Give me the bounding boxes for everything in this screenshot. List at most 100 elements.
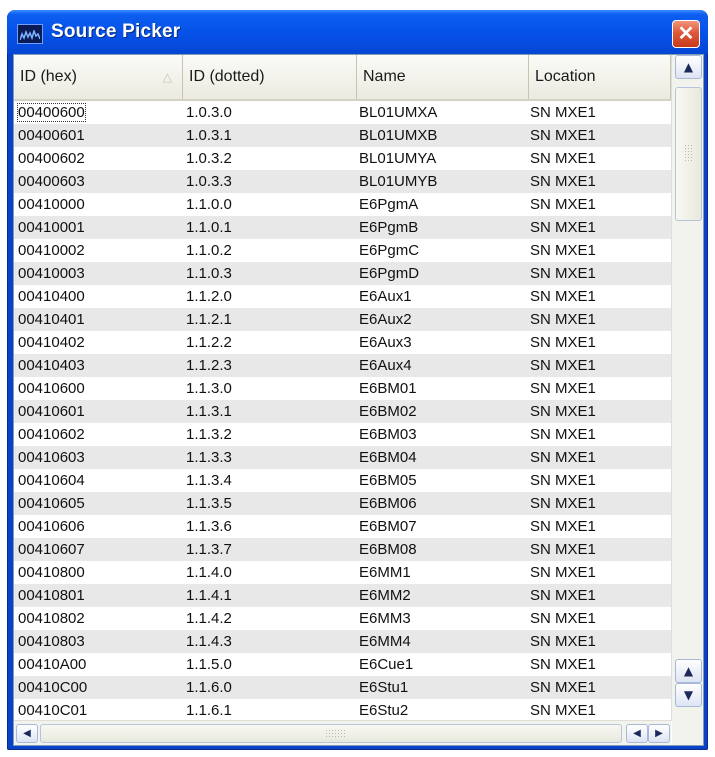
cell-location-text: SN MXE1	[530, 104, 596, 121]
cell-name-text: E6Aux3	[359, 334, 412, 351]
horizontal-scroll-thumb[interactable]	[40, 724, 622, 743]
table-row[interactable]: 00410803 1.1.4.3 E6MM4 SN MXE1	[14, 630, 671, 653]
cell-id-hex: 00400600	[17, 101, 86, 124]
table-row[interactable]: 00410A00 1.1.5.0 E6Cue1 SN MXE1	[14, 653, 671, 676]
table-row[interactable]: 00410802 1.1.4.2 E6MM3 SN MXE1	[14, 607, 671, 630]
cell-id-dotted: 1.1.0.1	[186, 216, 232, 239]
cell-name: E6Cue1	[359, 653, 413, 676]
cell-id-hex-text: 00410400	[18, 288, 85, 305]
table-row[interactable]: 00410800 1.1.4.0 E6MM1 SN MXE1	[14, 561, 671, 584]
title-bar[interactable]: Source Picker ✕	[7, 10, 708, 54]
table-row[interactable]: 00410605 1.1.3.5 E6BM06 SN MXE1	[14, 492, 671, 515]
cell-id-hex-text: 00410604	[18, 472, 85, 489]
cell-id-hex-text: 00410A00	[18, 656, 87, 673]
cell-location: SN MXE1	[530, 630, 596, 653]
table-row[interactable]: 00400603 1.0.3.3 BL01UMYB SN MXE1	[14, 170, 671, 193]
sort-ascending-icon: △	[162, 70, 172, 84]
cell-id-hex-text: 00410802	[18, 610, 85, 627]
cell-id-dotted: 1.1.5.0	[186, 653, 232, 676]
cell-id-dotted-text: 1.1.2.0	[186, 288, 232, 305]
horizontal-scrollbar[interactable]: ◀ ◀ ▶	[14, 720, 671, 745]
app-icon	[17, 24, 43, 44]
table-row[interactable]: 00410002 1.1.0.2 E6PgmC SN MXE1	[14, 239, 671, 262]
column-header-id-hex[interactable]: ID (hex) △	[14, 55, 183, 99]
table-body: 00400600 1.0.3.0 BL01UMXA SN MXE1 00400601 1.…	[14, 101, 671, 721]
source-list-view[interactable]: ID (hex) △ ID (dotted) Name Location 004…	[13, 54, 704, 746]
cell-location: SN MXE1	[530, 216, 596, 239]
column-header-id-dotted[interactable]: ID (dotted)	[183, 55, 357, 99]
cell-id-dotted: 1.1.4.1	[186, 584, 232, 607]
cell-id-hex: 00410606	[18, 515, 85, 538]
cell-id-hex-text: 00410401	[18, 311, 85, 328]
close-button[interactable]: ✕	[672, 20, 700, 48]
cell-location-text: SN MXE1	[530, 380, 596, 397]
table-row[interactable]: 00410001 1.1.0.1 E6PgmB SN MXE1	[14, 216, 671, 239]
cell-location-text: SN MXE1	[530, 150, 596, 167]
table-row[interactable]: 00410603 1.1.3.3 E6BM04 SN MXE1	[14, 446, 671, 469]
cell-id-hex: 00400603	[18, 170, 85, 193]
scroll-left-button-right[interactable]: ◀	[626, 724, 648, 743]
cell-name-text: BL01UMYA	[359, 150, 437, 167]
chevron-down-icon: ▼	[683, 688, 694, 702]
table-row[interactable]: 00410602 1.1.3.2 E6BM03 SN MXE1	[14, 423, 671, 446]
table-row[interactable]: 00400600 1.0.3.0 BL01UMXA SN MXE1	[14, 101, 671, 124]
table-row[interactable]: 00410606 1.1.3.6 E6BM07 SN MXE1	[14, 515, 671, 538]
cell-id-hex-text: 00410001	[18, 219, 85, 236]
cell-id-hex: 00410802	[18, 607, 85, 630]
cell-id-hex-text: 00410801	[18, 587, 85, 604]
scrollbar-corner	[672, 721, 703, 745]
cell-id-dotted: 1.1.3.0	[186, 377, 232, 400]
cell-id-hex-text: 00410602	[18, 426, 85, 443]
cell-name: E6PgmB	[359, 216, 418, 239]
column-header-name[interactable]: Name	[357, 55, 529, 99]
table-row[interactable]: 00410402 1.1.2.2 E6Aux3 SN MXE1	[14, 331, 671, 354]
table-row[interactable]: 00400602 1.0.3.2 BL01UMYA SN MXE1	[14, 147, 671, 170]
vertical-scroll-thumb[interactable]	[675, 87, 702, 221]
table-row[interactable]: 00410604 1.1.3.4 E6BM05 SN MXE1	[14, 469, 671, 492]
scroll-left-button[interactable]: ◀	[16, 724, 38, 743]
scroll-up-button-lower[interactable]: ▲	[675, 659, 702, 683]
cell-location-text: SN MXE1	[530, 242, 596, 259]
table-row[interactable]: 00410801 1.1.4.1 E6MM2 SN MXE1	[14, 584, 671, 607]
cell-id-hex: 00410602	[18, 423, 85, 446]
cell-location-text: SN MXE1	[530, 288, 596, 305]
cell-id-dotted: 1.1.3.1	[186, 400, 232, 423]
cell-name: BL01UMYB	[359, 170, 437, 193]
table-row[interactable]: 00410601 1.1.3.1 E6BM02 SN MXE1	[14, 400, 671, 423]
vertical-scrollbar[interactable]: ▲ ▲ ▼	[671, 55, 703, 721]
cell-location: SN MXE1	[530, 538, 596, 561]
table-row[interactable]: 00410403 1.1.2.3 E6Aux4 SN MXE1	[14, 354, 671, 377]
table-row[interactable]: 00410003 1.1.0.3 E6PgmD SN MXE1	[14, 262, 671, 285]
cell-id-dotted: 1.1.2.2	[186, 331, 232, 354]
table-row[interactable]: 00410607 1.1.3.7 E6BM08 SN MXE1	[14, 538, 671, 561]
cell-location-text: SN MXE1	[530, 495, 596, 512]
cell-id-dotted-text: 1.1.3.4	[186, 472, 232, 489]
cell-location: SN MXE1	[530, 469, 596, 492]
scroll-up-button[interactable]: ▲	[675, 55, 702, 79]
cell-id-dotted: 1.1.2.1	[186, 308, 232, 331]
cell-name: E6BM03	[359, 423, 417, 446]
table-row[interactable]: 00410600 1.1.3.0 E6BM01 SN MXE1	[14, 377, 671, 400]
cell-name-text: E6Cue1	[359, 656, 414, 673]
table-row[interactable]: 00410400 1.1.2.0 E6Aux1 SN MXE1	[14, 285, 671, 308]
cell-id-hex: 00400602	[18, 147, 85, 170]
cell-id-hex: 00410002	[18, 239, 85, 262]
cell-name: E6BM08	[359, 538, 417, 561]
cell-location-text: SN MXE1	[530, 219, 596, 236]
cell-id-dotted-text: 1.0.3.3	[186, 173, 232, 190]
table-row[interactable]: 00410C01 1.1.6.1 E6Stu2 SN MXE1	[14, 699, 671, 721]
table-row[interactable]: 00410401 1.1.2.1 E6Aux2 SN MXE1	[14, 308, 671, 331]
column-header-location[interactable]: Location	[529, 55, 671, 99]
cell-location: SN MXE1	[530, 331, 596, 354]
cell-id-hex: 00410603	[18, 446, 85, 469]
scroll-right-button[interactable]: ▶	[648, 724, 670, 743]
table-row[interactable]: 00410C00 1.1.6.0 E6Stu1 SN MXE1	[14, 676, 671, 699]
table-row[interactable]: 00400601 1.0.3.1 BL01UMXB SN MXE1	[14, 124, 671, 147]
cell-name-text: E6PgmD	[359, 265, 420, 282]
cell-id-hex-text: 00400601	[18, 127, 85, 144]
cell-name-text: E6PgmC	[359, 242, 420, 259]
table-row[interactable]: 00410000 1.1.0.0 E6PgmA SN MXE1	[14, 193, 671, 216]
scroll-down-button[interactable]: ▼	[675, 683, 702, 707]
cell-name: E6MM4	[359, 630, 411, 653]
column-label: ID (dotted)	[189, 68, 265, 85]
